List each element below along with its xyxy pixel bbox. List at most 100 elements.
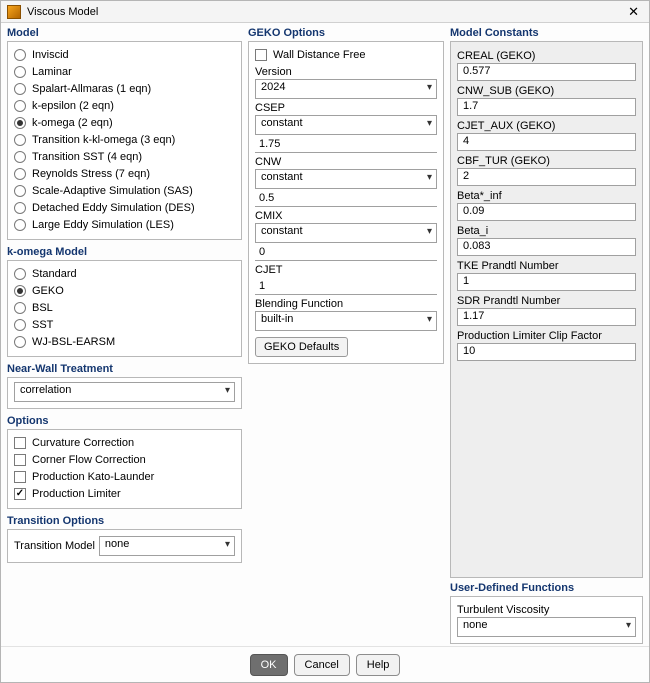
model-option-label: Transition SST (4 eqn) [32,151,142,163]
model-option-label: Detached Eddy Simulation (DES) [32,202,195,214]
komega-option-radio[interactable] [14,319,26,331]
geko-heading: GEKO Options [248,27,444,39]
cmix-value-input[interactable]: 0 [255,243,437,261]
komega-option-radio[interactable] [14,302,26,314]
constants-heading: Model Constants [450,27,643,39]
constant-input[interactable]: 0.577 [457,63,636,81]
constant-input[interactable]: 1.7 [457,98,636,116]
transition-model-select[interactable]: none [99,536,235,556]
cnw-mode-select[interactable]: constant [255,169,437,189]
model-option-label: Transition k-kl-omega (3 eqn) [32,134,175,146]
cjet-label: CJET [255,264,437,276]
model-option-row[interactable]: Spalart-Allmaras (1 eqn) [14,80,235,97]
help-button[interactable]: Help [356,654,401,676]
nearwall-select[interactable]: correlation [14,382,235,402]
model-option-radio[interactable] [14,83,26,95]
option-checkbox[interactable] [14,471,26,483]
wall-distance-free-checkbox[interactable] [255,49,267,61]
version-select[interactable]: 2024 [255,79,437,99]
constant-label: Production Limiter Clip Factor [457,330,636,342]
constant-input[interactable]: 1 [457,273,636,291]
komega-option-row[interactable]: BSL [14,299,235,316]
model-option-row[interactable]: k-omega (2 eqn) [14,114,235,131]
model-option-radio[interactable] [14,185,26,197]
constant-label: TKE Prandtl Number [457,260,636,272]
option-row[interactable]: Corner Flow Correction [14,451,235,468]
model-option-row[interactable]: k-epsilon (2 eqn) [14,97,235,114]
model-option-row[interactable]: Transition k-kl-omega (3 eqn) [14,131,235,148]
model-option-label: Scale-Adaptive Simulation (SAS) [32,185,193,197]
komega-option-row[interactable]: Standard [14,265,235,282]
model-option-radio[interactable] [14,168,26,180]
transition-model-label: Transition Model [14,540,95,552]
csep-value-input[interactable]: 1.75 [255,135,437,153]
model-option-row[interactable]: Laminar [14,63,235,80]
window-title: Viscous Model [27,6,624,18]
option-checkbox[interactable] [14,454,26,466]
constant-input[interactable]: 10 [457,343,636,361]
wall-distance-free-label: Wall Distance Free [273,49,366,61]
dialog-footer: OK Cancel Help [1,646,649,682]
model-option-radio[interactable] [14,134,26,146]
constant-input[interactable]: 4 [457,133,636,151]
komega-option-label: WJ-BSL-EARSM [32,336,115,348]
csep-label: CSEP [255,102,437,114]
komega-option-label: Standard [32,268,77,280]
constant-label: Beta*_inf [457,190,636,202]
model-option-label: Inviscid [32,49,69,61]
cnw-value-input[interactable]: 0.5 [255,189,437,207]
model-option-row[interactable]: Large Eddy Simulation (LES) [14,216,235,233]
komega-option-radio[interactable] [14,285,26,297]
option-checkbox[interactable] [14,488,26,500]
constant-label: CNW_SUB (GEKO) [457,85,636,97]
komega-option-row[interactable]: WJ-BSL-EARSM [14,333,235,350]
model-option-row[interactable]: Detached Eddy Simulation (DES) [14,199,235,216]
model-option-radio[interactable] [14,151,26,163]
udf-turb-visc-select[interactable]: none [457,617,636,637]
model-option-row[interactable]: Scale-Adaptive Simulation (SAS) [14,182,235,199]
constant-label: CBF_TUR (GEKO) [457,155,636,167]
komega-option-row[interactable]: SST [14,316,235,333]
model-option-radio[interactable] [14,219,26,231]
model-option-radio[interactable] [14,117,26,129]
model-option-radio[interactable] [14,66,26,78]
constant-label: Beta_i [457,225,636,237]
option-row[interactable]: Production Kato-Launder [14,468,235,485]
komega-option-radio[interactable] [14,268,26,280]
model-option-label: k-omega (2 eqn) [32,117,113,129]
constant-input[interactable]: 2 [457,168,636,186]
transition-heading: Transition Options [7,515,242,527]
constant-input[interactable]: 1.17 [457,308,636,326]
option-row[interactable]: Curvature Correction [14,434,235,451]
option-checkbox[interactable] [14,437,26,449]
geko-defaults-button[interactable]: GEKO Defaults [255,337,348,357]
model-option-radio[interactable] [14,202,26,214]
model-option-label: k-epsilon (2 eqn) [32,100,114,112]
model-option-radio[interactable] [14,100,26,112]
option-label: Corner Flow Correction [32,454,146,466]
close-icon[interactable]: ✕ [624,5,643,18]
blending-select[interactable]: built-in [255,311,437,331]
komega-option-radio[interactable] [14,336,26,348]
constant-input[interactable]: 0.083 [457,238,636,256]
cjet-value-input[interactable]: 1 [255,277,437,295]
csep-mode-select[interactable]: constant [255,115,437,135]
version-label: Version [255,66,437,78]
cancel-button[interactable]: Cancel [294,654,350,676]
model-option-radio[interactable] [14,49,26,61]
ok-button[interactable]: OK [250,654,288,676]
constant-label: CREAL (GEKO) [457,50,636,62]
model-option-row[interactable]: Transition SST (4 eqn) [14,148,235,165]
option-label: Production Kato-Launder [32,471,154,483]
model-option-label: Spalart-Allmaras (1 eqn) [32,83,151,95]
app-icon [7,5,21,19]
model-option-row[interactable]: Inviscid [14,46,235,63]
cmix-mode-select[interactable]: constant [255,223,437,243]
constant-label: SDR Prandtl Number [457,295,636,307]
komega-option-row[interactable]: GEKO [14,282,235,299]
komega-option-label: BSL [32,302,53,314]
constant-input[interactable]: 0.09 [457,203,636,221]
option-row[interactable]: Production Limiter [14,485,235,502]
komega-option-label: SST [32,319,53,331]
model-option-row[interactable]: Reynolds Stress (7 eqn) [14,165,235,182]
